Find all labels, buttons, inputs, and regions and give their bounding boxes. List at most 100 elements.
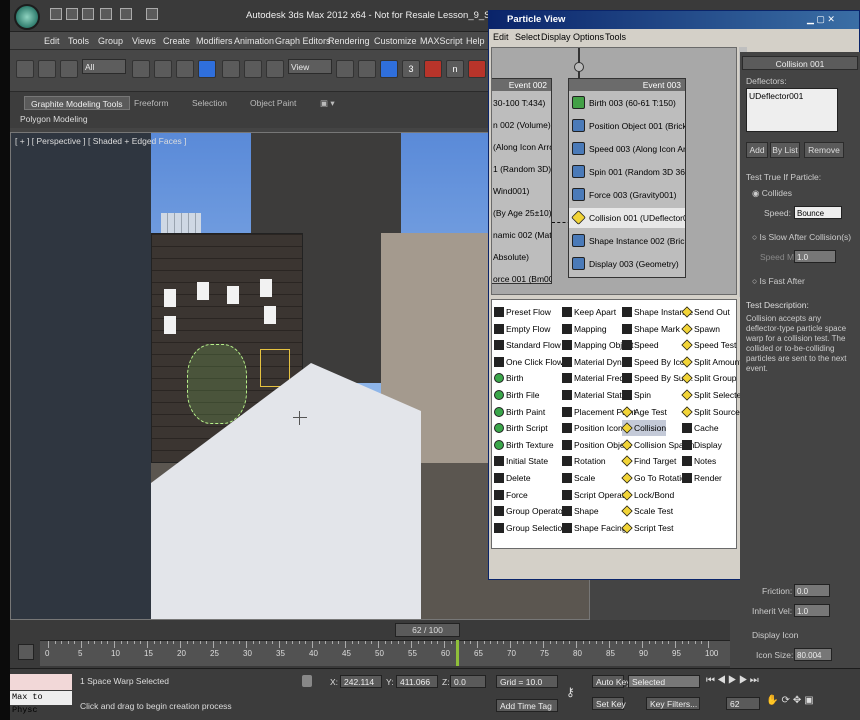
by-list-button[interactable]: By List [770, 142, 800, 158]
pv-menu-options[interactable]: Options [573, 32, 604, 42]
maxscript-mini-listener[interactable]: Max to Physc [10, 691, 72, 715]
depot-item[interactable]: Collision [621, 420, 667, 437]
depot-item[interactable]: Birth File [494, 387, 540, 403]
select-and-link-icon[interactable] [16, 60, 34, 78]
deflectors-list[interactable]: UDeflector001 [746, 88, 838, 132]
select-and-move-icon[interactable] [222, 60, 240, 78]
depot-item[interactable]: Display [682, 437, 722, 453]
event-003-operator[interactable]: Display 003 (Geometry) [569, 254, 685, 274]
menu-rendering[interactable]: Rendering [328, 36, 370, 46]
viewport-navigation-icons[interactable]: ✋⟳✥▣ [766, 695, 817, 706]
depot-item[interactable]: Lock/Bond [621, 487, 674, 503]
menu-group[interactable]: Group [98, 36, 123, 46]
depot-item[interactable]: Split Group [681, 370, 737, 386]
depot-item[interactable]: Send Out [681, 304, 730, 320]
angle-snap-icon[interactable] [424, 60, 442, 78]
depot-item[interactable]: Speed By Icon [622, 354, 689, 370]
window-crossing-icon[interactable] [198, 60, 216, 78]
save-file-icon[interactable] [82, 8, 94, 20]
key-filters-button[interactable]: Key Filters... [646, 697, 700, 710]
depot-item[interactable]: Preset Flow [494, 304, 551, 320]
percent-snap-icon[interactable]: n [446, 60, 464, 78]
rectangular-selection-icon[interactable] [176, 60, 194, 78]
depot-item[interactable]: Age Test [621, 404, 667, 420]
depot-item[interactable]: Split Source [681, 404, 740, 420]
event-002-operator[interactable]: 30-100 T:434) [492, 93, 551, 113]
depot-item[interactable]: Scale Test [621, 503, 673, 519]
event-003-operator[interactable]: Birth 003 (60-61 T:150) [569, 93, 685, 113]
spinner-snap-icon[interactable] [468, 60, 486, 78]
unlink-icon[interactable] [38, 60, 56, 78]
depot-item[interactable]: Find Target [621, 453, 676, 469]
depot-item[interactable]: Birth Paint [494, 404, 545, 420]
event-002-box[interactable]: Event 002 30-100 T:434) n 002 (Volume) (… [492, 78, 552, 284]
depot-item[interactable]: Birth [494, 370, 523, 386]
collides-radio[interactable]: ◉ Collides [752, 188, 792, 199]
event-002-operator[interactable]: n 002 (Volume) [492, 115, 551, 135]
tab-graphite-modeling-tools[interactable]: Graphite Modeling Tools [24, 96, 130, 110]
lock-selection-icon[interactable] [302, 675, 312, 687]
pv-menu-display[interactable]: Display [541, 32, 571, 42]
depot-item[interactable]: Scale [562, 470, 595, 486]
current-frame-marker[interactable] [456, 640, 460, 666]
depot-item[interactable]: Notes [682, 453, 716, 469]
speed-dropdown[interactable]: Bounce [794, 206, 842, 219]
depot-item[interactable]: Shape Facing [562, 520, 626, 536]
key-mode-dropdown[interactable]: Selected [628, 675, 700, 688]
key-icon[interactable]: ⚷ [566, 685, 575, 699]
depot-item[interactable]: Initial State [494, 453, 548, 469]
event-002-operator[interactable]: (By Age 25±10) [492, 203, 551, 223]
track-bar[interactable]: 0 5 10 15 20 25 30 35 40 45 50 55 60 65 70 75 80 85 90 95 10… [40, 640, 730, 666]
menu-create[interactable]: Create [163, 36, 190, 46]
depot-item[interactable]: Mapping [562, 321, 607, 337]
depot-item[interactable]: Material Freq... [562, 370, 631, 386]
depot-item[interactable]: Empty Flow [494, 321, 550, 337]
app-logo-icon[interactable] [14, 4, 40, 30]
viewport-label[interactable]: [ + ] [ Perspective ] [ Shaded + Edged F… [15, 136, 187, 146]
playback-controls[interactable]: ⏮◀▶▶⏭ [706, 675, 761, 686]
depot-item[interactable]: Delete [494, 470, 531, 486]
remove-button[interactable]: Remove [804, 142, 844, 158]
redo-icon[interactable] [120, 8, 132, 20]
friction-spinner[interactable]: 0.0 [794, 584, 830, 597]
depot-item[interactable]: Go To Rotation [621, 470, 691, 486]
depot-item[interactable]: Speed Test [681, 337, 736, 353]
add-time-tag-button[interactable]: Add Time Tag [496, 699, 558, 712]
menu-maxscript[interactable]: MAXScript [420, 36, 463, 46]
reference-coordinate-dropdown[interactable]: View [288, 59, 332, 74]
pv-menu-tools[interactable]: Tools [605, 32, 626, 42]
event-002-operator[interactable]: 1 (Random 3D) [492, 159, 551, 179]
maxscript-listener-output[interactable] [10, 674, 72, 690]
particle-diagram[interactable]: Event 002 30-100 T:434) n 002 (Volume) (… [491, 47, 737, 295]
depot-item[interactable]: Group Operator [494, 503, 566, 519]
current-frame-field[interactable]: 62 [726, 697, 760, 710]
space-warp-gizmo[interactable] [260, 349, 290, 387]
tab-selection[interactable]: Selection [186, 96, 233, 110]
bind-to-space-warp-icon[interactable] [60, 60, 78, 78]
depot-item[interactable]: Position Icon [562, 420, 623, 436]
menu-graph-editors[interactable]: Graph Editors [275, 36, 331, 46]
snaps-toggle-icon[interactable]: 3 [402, 60, 420, 78]
event-003-operator[interactable]: Position Object 001 (BrickE... [569, 116, 685, 136]
event-input-icon[interactable] [574, 62, 584, 72]
menu-tools[interactable]: Tools [68, 36, 89, 46]
x-coordinate-field[interactable]: 242.114 [340, 675, 382, 688]
depot-item[interactable]: One Click Flow [494, 354, 563, 370]
speed-min-spinner[interactable]: 1.0 [794, 250, 836, 263]
depot-item[interactable]: Birth Texture [494, 437, 554, 453]
y-coordinate-field[interactable]: 411.066 [396, 675, 438, 688]
rollout-title[interactable]: Collision 001 [742, 56, 858, 70]
depot-item[interactable]: Shape [562, 503, 599, 519]
depot-item[interactable]: Cache [682, 420, 719, 436]
depot-item[interactable]: Keep Apart [562, 304, 616, 320]
depot-item[interactable]: Force [494, 487, 528, 503]
menu-help[interactable]: Help [466, 36, 485, 46]
add-button[interactable]: Add [746, 142, 768, 158]
event-002-operator[interactable]: (Along Icon Arro... [492, 137, 551, 157]
depot-item[interactable]: Split Selecte [681, 387, 741, 403]
depot-item[interactable]: Rotation [562, 453, 606, 469]
menu-edit[interactable]: Edit [44, 36, 60, 46]
select-and-rotate-icon[interactable] [244, 60, 262, 78]
event-002-operator[interactable]: orce 001 (Bm004) [492, 269, 551, 289]
deflector-item[interactable]: UDeflector001 [749, 91, 803, 101]
